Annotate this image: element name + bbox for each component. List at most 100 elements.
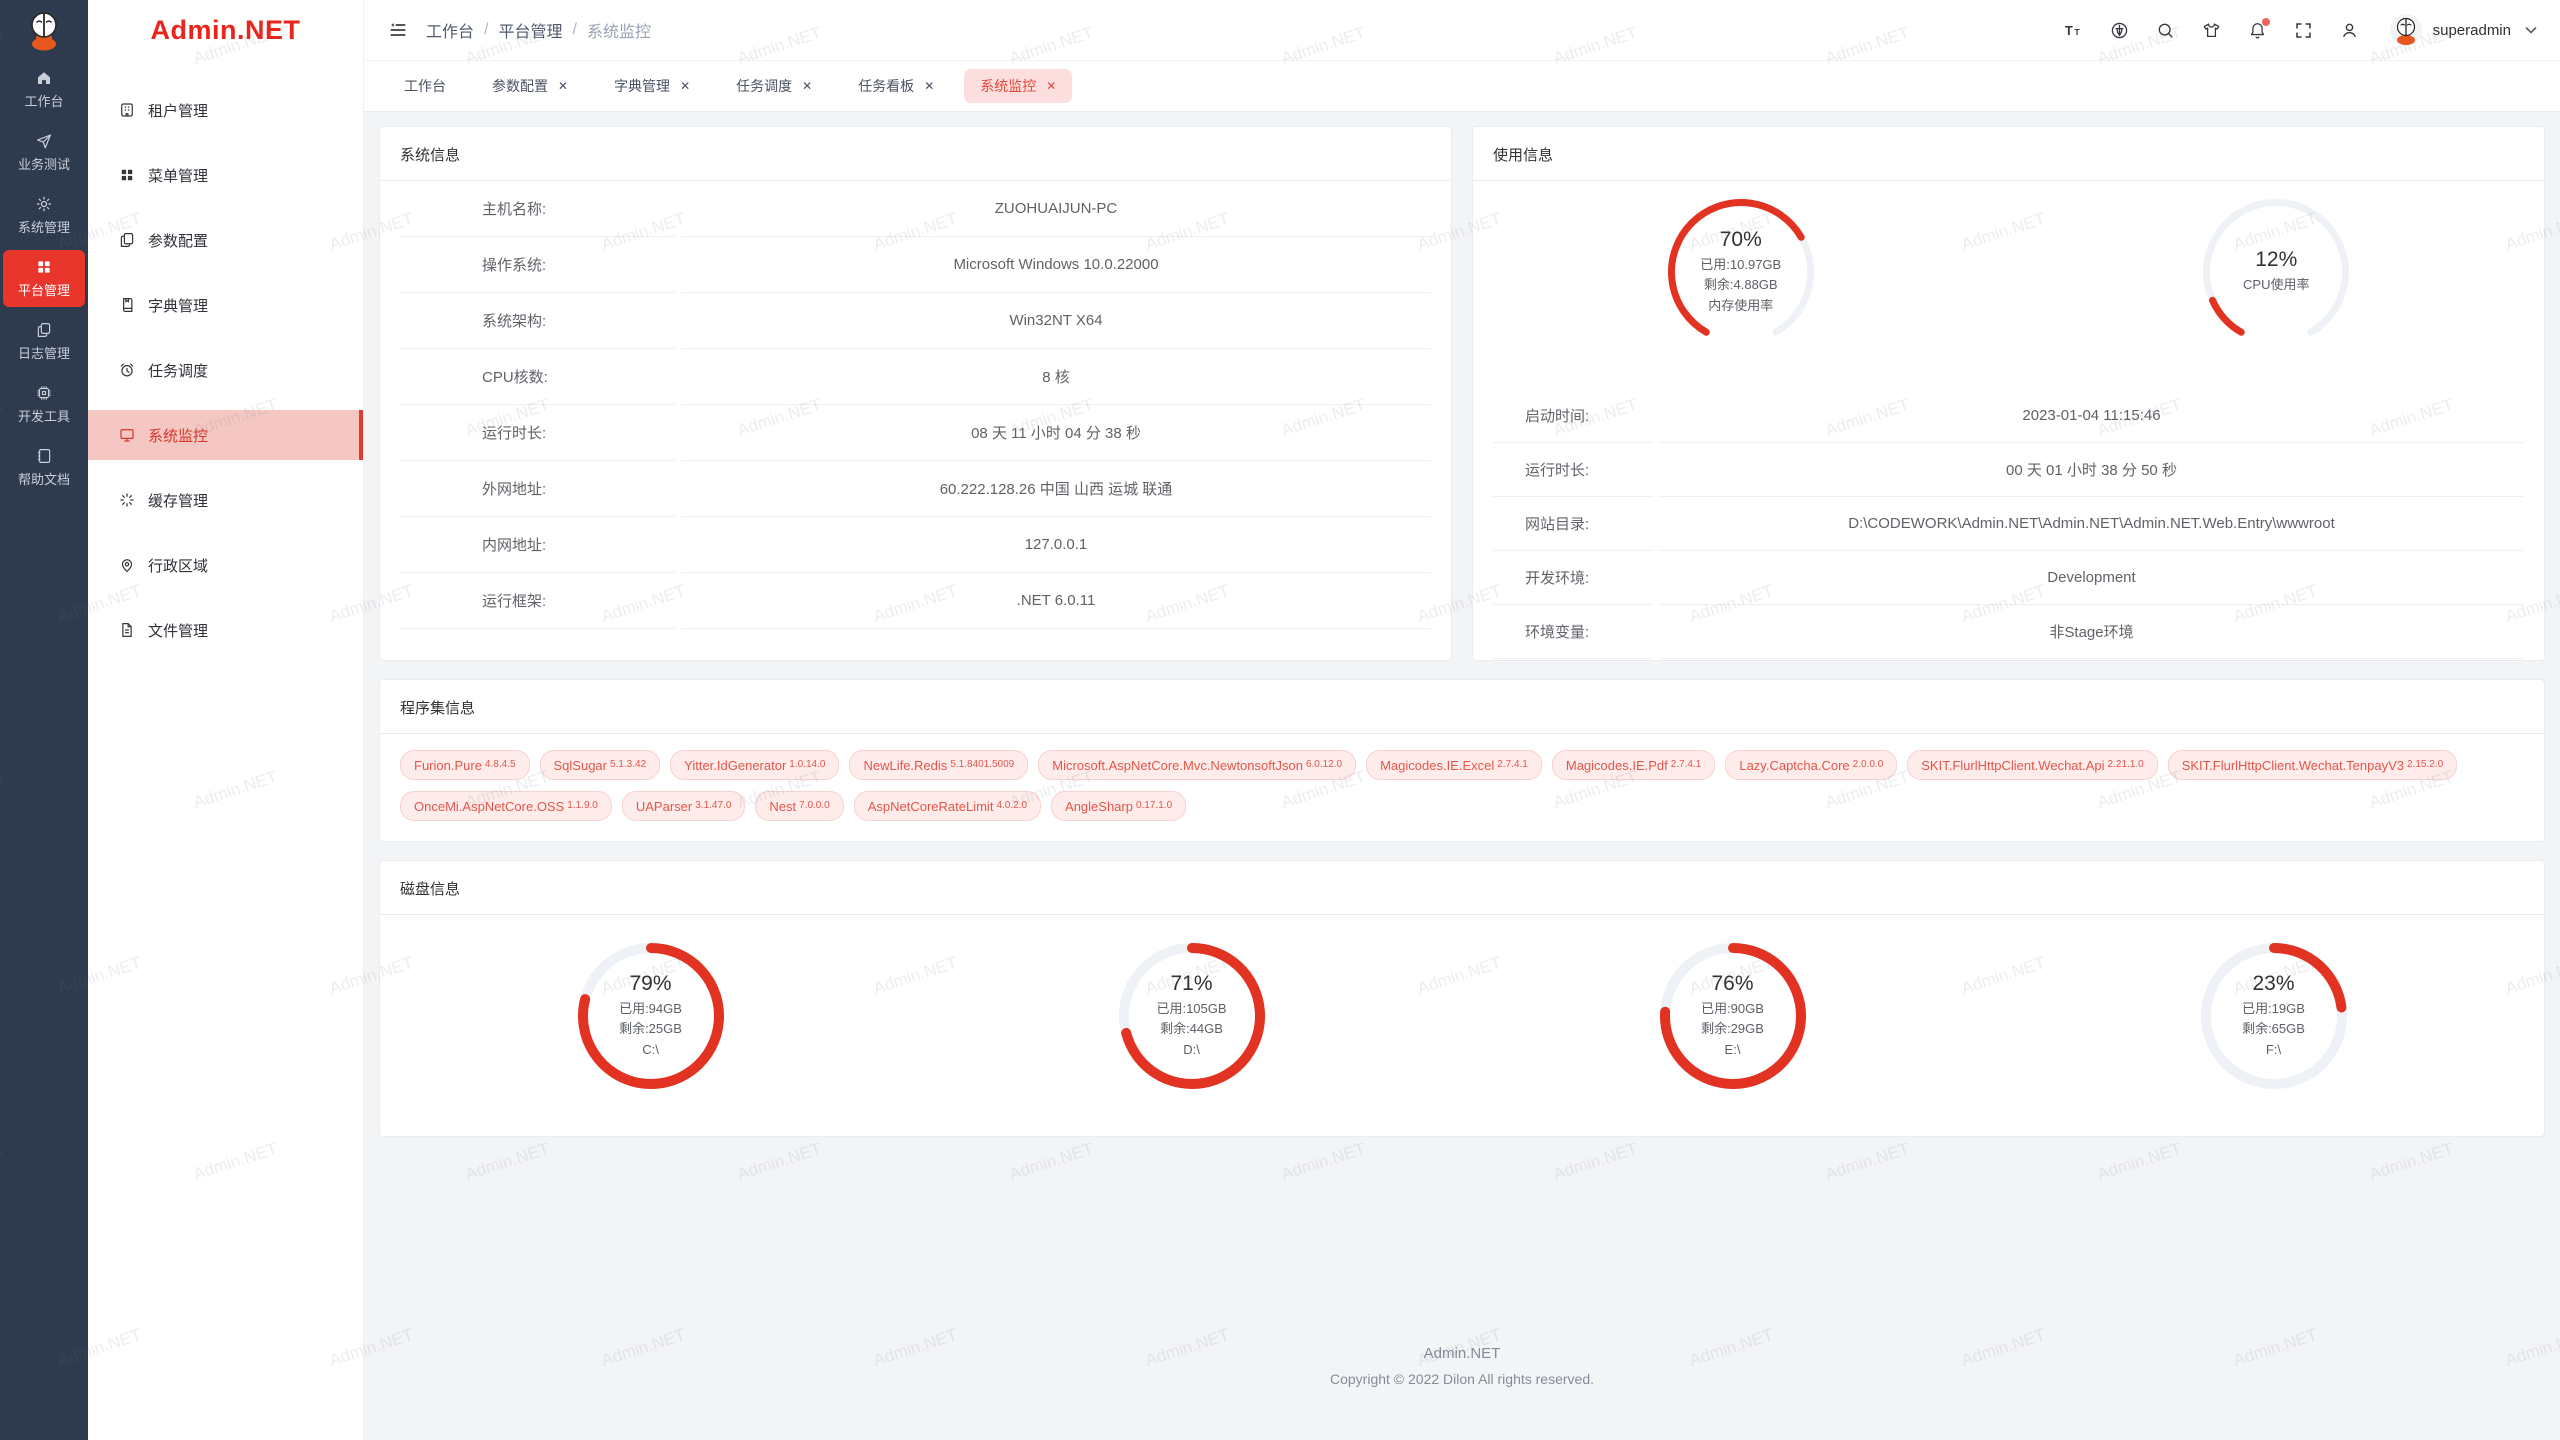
sidebar-item-admin-region[interactable]: 行政区域: [88, 540, 363, 590]
usage-gauges: 70%已用:10.97GB剩余:4.88GB内存使用率 12%CPU使用率: [1473, 181, 2544, 389]
app-avatar-logo[interactable]: [22, 8, 66, 52]
search-icon[interactable]: [2156, 21, 2175, 40]
breadcrumb: 工作台 / 平台管理 / 系统监控: [426, 18, 651, 42]
assembly-tag: Magicodes.IE.Pdf2.7.4.1: [1552, 750, 1715, 780]
page-footer: Admin.NET Copyright © 2022 Dilon All rig…: [379, 1345, 2545, 1405]
assembly-tags: Furion.Pure4.8.4.5SqlSugar5.1.3.42Yitter…: [380, 734, 2544, 841]
tab-close-icon[interactable]: ✕: [924, 80, 934, 92]
gauge-line: CPU使用率: [2243, 275, 2309, 295]
tab-task-schedule[interactable]: 任务调度 ✕: [720, 69, 828, 103]
rail-item-system-mgmt[interactable]: 系统管理: [3, 187, 85, 244]
gauge-line: D:\: [1183, 1040, 1200, 1060]
home-icon: [35, 69, 53, 87]
avatar[interactable]: [2390, 14, 2422, 46]
sidebar-item-label: 系统监控: [148, 425, 208, 446]
gauge-line: 剩余:65GB: [2242, 1019, 2305, 1039]
rail-item-help-docs[interactable]: 帮助文档: [3, 439, 85, 496]
gauge-text: 76%已用:90GB剩余:29GBE:\: [1658, 941, 1808, 1091]
breadcrumb-item-platform[interactable]: 平台管理: [498, 18, 562, 42]
language-icon[interactable]: [2110, 21, 2129, 40]
assembly-name: OnceMi.AspNetCore.OSS: [414, 799, 564, 814]
tab-param-config[interactable]: 参数配置 ✕: [476, 69, 584, 103]
tab-close-icon[interactable]: ✕: [558, 80, 568, 92]
assembly-tag: NewLife.Redis5.1.8401.5009: [849, 750, 1028, 780]
info-row: 运行框架: .NET 6.0.11: [400, 573, 1431, 629]
top-header: 工作台 / 平台管理 / 系统监控 TT: [364, 0, 2560, 61]
info-row: 系统架构: Win32NT X64: [400, 293, 1431, 349]
font-size-icon[interactable]: TT: [2064, 21, 2083, 40]
svg-text:T: T: [2064, 22, 2072, 37]
card-title: 系统信息: [380, 127, 1451, 181]
tab-close-icon[interactable]: ✕: [1046, 80, 1056, 92]
rail-item-business-test[interactable]: 业务测试: [3, 124, 85, 181]
assembly-name: Magicodes.IE.Excel: [1380, 758, 1494, 773]
assembly-tag: Furion.Pure4.8.4.5: [400, 750, 530, 780]
fullscreen-icon[interactable]: [2294, 21, 2313, 40]
sidebar-item-system-monitor[interactable]: 系统监控: [88, 410, 363, 460]
rail-item-dev-tools[interactable]: 开发工具: [3, 376, 85, 433]
tab-close-icon[interactable]: ✕: [680, 80, 690, 92]
sidebar-item-menu-mgmt[interactable]: 菜单管理: [88, 150, 363, 200]
tab-dict-mgmt[interactable]: 字典管理 ✕: [598, 69, 706, 103]
info-row: 运行时长: 00 天 01 小时 38 分 50 秒: [1493, 443, 2524, 497]
tab-close-icon[interactable]: ✕: [802, 80, 812, 92]
chevron-down-icon[interactable]: [2524, 23, 2538, 37]
notification-dot: [2262, 18, 2270, 26]
sidebar-item-param-config[interactable]: 参数配置: [88, 215, 363, 265]
sidebar-item-label: 租户管理: [148, 100, 208, 121]
assembly-tag: Lazy.Captcha.Core2.0.0.0: [1725, 750, 1897, 780]
brand-logo[interactable]: Admin.NET: [88, 0, 363, 60]
rail-item-platform-mgmt[interactable]: 平台管理: [3, 250, 85, 307]
notification-bell-icon[interactable]: [2248, 21, 2267, 40]
sidebar: Admin.NET 租户管理 菜单管理 参数配置 字典管理 任务调度: [88, 0, 364, 1440]
assemblies-card: 程序集信息 Furion.Pure4.8.4.5SqlSugar5.1.3.42…: [379, 679, 2545, 842]
tab-label: 任务看板: [858, 76, 914, 96]
footer-copyright: Copyright © 2022 Dilon All rights reserv…: [379, 1371, 2545, 1387]
disk-gauges: 79%已用:94GB剩余:25GBC:\ 71%已用:105GB剩余:44GBD…: [380, 915, 2544, 1136]
sidebar-item-task-schedule[interactable]: 任务调度: [88, 345, 363, 395]
dictionary-book-icon: [118, 296, 136, 314]
breadcrumb-separator: /: [572, 21, 576, 39]
file-document-icon: [118, 621, 136, 639]
tab-workbench[interactable]: 工作台: [388, 69, 462, 103]
card-title: 使用信息: [1473, 127, 2544, 181]
sidebar-item-file-mgmt[interactable]: 文件管理: [88, 605, 363, 655]
sidebar-item-tenant-mgmt[interactable]: 租户管理: [88, 85, 363, 135]
info-row-label: 主机名称:: [400, 181, 675, 237]
gauge-percent: 23%: [2252, 972, 2294, 996]
breadcrumb-item-workbench[interactable]: 工作台: [426, 18, 474, 42]
info-row-value: 8 核: [681, 349, 1431, 405]
info-row-value: Win32NT X64: [681, 293, 1431, 349]
collapse-sidebar-icon[interactable]: [388, 20, 408, 40]
username[interactable]: superadmin: [2433, 22, 2511, 39]
info-row-label: 运行框架:: [400, 573, 675, 629]
gauge-text: 70%已用:10.97GB剩余:4.88GB内存使用率: [1666, 197, 1816, 347]
user-icon[interactable]: [2340, 21, 2359, 40]
gauge-text: 23%已用:19GB剩余:65GBF:\: [2199, 941, 2349, 1091]
assembly-version: 2.7.4.1: [1671, 759, 1702, 770]
sidebar-item-dict-mgmt[interactable]: 字典管理: [88, 280, 363, 330]
rail-item-workbench[interactable]: 工作台: [3, 61, 85, 118]
assembly-name: NewLife.Redis: [863, 758, 947, 773]
location-pin-icon: [118, 556, 136, 574]
assembly-name: AngleSharp: [1065, 799, 1133, 814]
gauge-line: F:\: [2266, 1040, 2281, 1060]
info-row-value: 2023-01-04 11:15:46: [1659, 389, 2524, 443]
info-row-label: 环境变量:: [1493, 605, 1653, 659]
card-title: 程序集信息: [380, 680, 2544, 734]
sidebar-item-cache-mgmt[interactable]: 缓存管理: [88, 475, 363, 525]
rail-item-log-mgmt[interactable]: 日志管理: [3, 313, 85, 370]
info-row: CPU核数: 8 核: [400, 349, 1431, 405]
assembly-name: Furion.Pure: [414, 758, 482, 773]
gauge-line: E:\: [1725, 1040, 1741, 1060]
assembly-version: 5.1.8401.5009: [950, 759, 1014, 770]
assembly-tag: Microsoft.AspNetCore.Mvc.NewtonsoftJson6…: [1038, 750, 1356, 780]
send-icon: [35, 132, 53, 150]
disk-c-gauge: 79%已用:94GB剩余:25GBC:\: [576, 941, 726, 1091]
gauge-percent: 71%: [1170, 972, 1212, 996]
theme-shirt-icon[interactable]: [2202, 21, 2221, 40]
tab-system-monitor[interactable]: 系统监控 ✕: [964, 69, 1072, 103]
grid-icon: [35, 258, 53, 276]
tab-task-board[interactable]: 任务看板 ✕: [842, 69, 950, 103]
assembly-name: Magicodes.IE.Pdf: [1566, 758, 1668, 773]
